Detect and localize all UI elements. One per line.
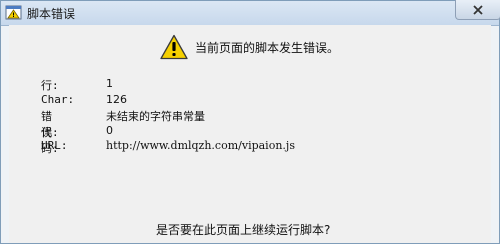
close-icon — [473, 4, 483, 15]
warning-icon — [160, 34, 188, 60]
script-error-dialog: 脚本错误 当前页面的脚本发生错误。 行: 1 Char: 126 错误: 未结束… — [0, 0, 500, 244]
detail-value: 126 — [106, 92, 127, 106]
close-button[interactable] — [455, 0, 500, 20]
detail-value: 1 — [106, 77, 113, 90]
detail-label: Char: — [41, 92, 75, 106]
detail-value: 0 — [106, 123, 113, 137]
script-error-icon — [5, 4, 22, 21]
window-title: 脚本错误 — [27, 7, 76, 21]
title-bar[interactable]: 脚本错误 — [1, 0, 500, 26]
error-headline: 当前页面的脚本发生错误。 — [195, 41, 340, 55]
continue-question: 是否要在此页面上继续运行脚本? — [156, 223, 331, 237]
detail-value: 未结束的字符串常量 — [106, 110, 205, 123]
detail-label: 行: — [41, 79, 59, 92]
detail-value-url: http://www.dmlqzh.com/vipaion.js — [106, 139, 295, 152]
dialog-body: 当前页面的脚本发生错误。 行: 1 Char: 126 错误: 未结束的字符串常… — [9, 25, 491, 243]
detail-label: URL: — [41, 139, 68, 152]
